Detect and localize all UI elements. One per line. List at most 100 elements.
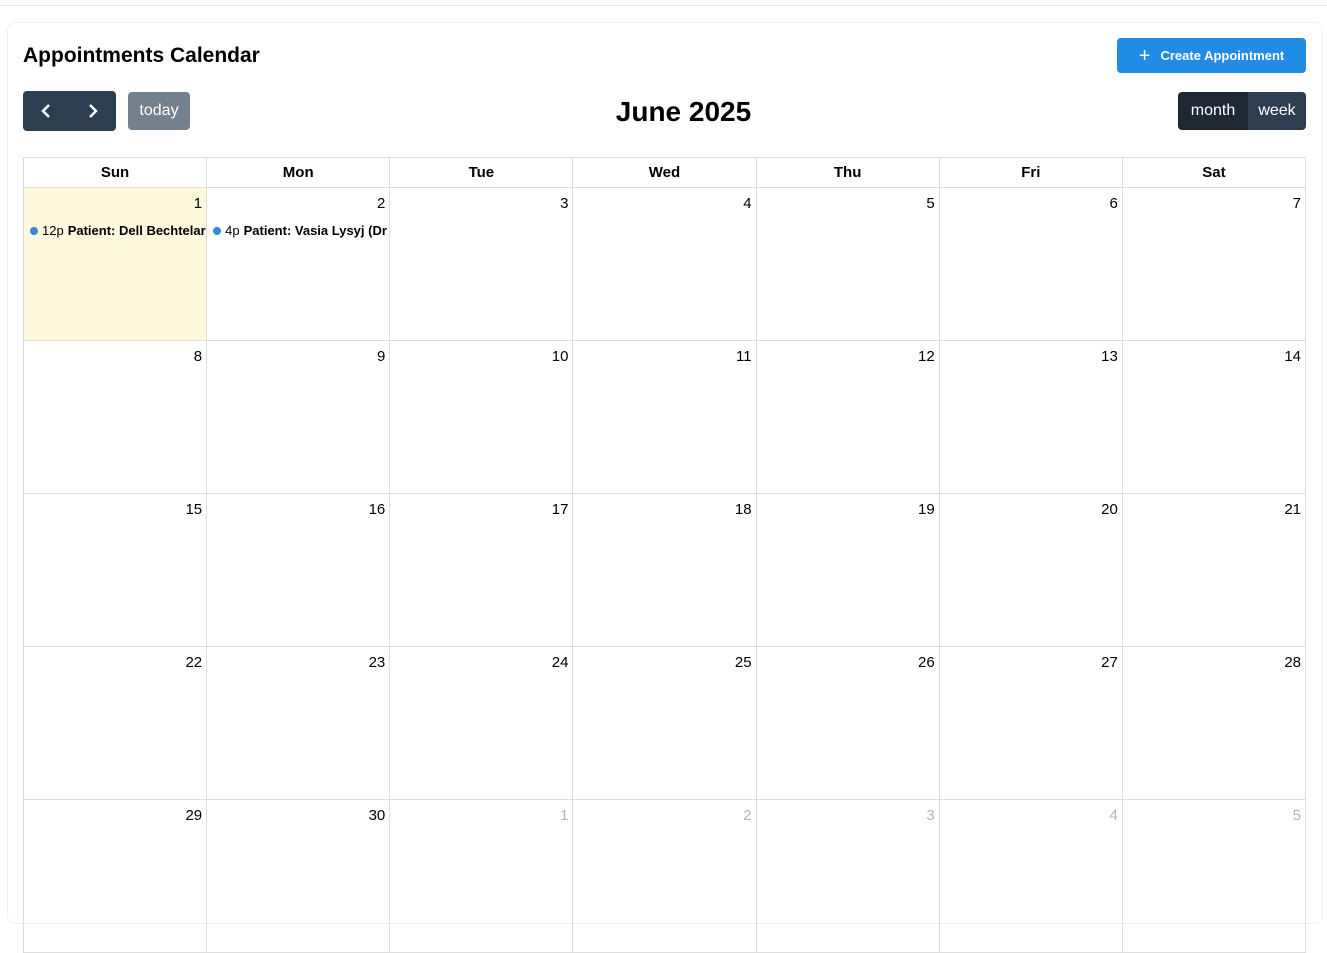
weekday-header: Sun bbox=[22, 157, 208, 188]
day-cell[interactable]: 9 bbox=[206, 340, 391, 494]
weekday-header: Tue bbox=[389, 157, 574, 188]
event-dot-icon bbox=[213, 226, 222, 235]
day-number[interactable]: 25 bbox=[573, 647, 755, 676]
day-cell[interactable]: 3 bbox=[389, 187, 574, 341]
day-cell[interactable]: 5 bbox=[1121, 799, 1307, 953]
view-week-button[interactable]: week bbox=[1248, 92, 1306, 130]
day-number[interactable]: 13 bbox=[940, 341, 1122, 370]
day-cell-today[interactable]: 1 12p Patient: Dell Bechtelar bbox=[22, 187, 208, 341]
day-number[interactable]: 23 bbox=[207, 647, 389, 676]
day-number[interactable]: 8 bbox=[24, 341, 206, 370]
day-cell[interactable]: 19 bbox=[755, 493, 940, 647]
day-cell[interactable]: 27 bbox=[938, 646, 1123, 800]
day-number[interactable]: 15 bbox=[24, 494, 206, 523]
day-cell[interactable]: 6 bbox=[938, 187, 1123, 341]
day-number[interactable]: 22 bbox=[24, 647, 206, 676]
day-cell[interactable]: 20 bbox=[938, 493, 1123, 647]
day-cell[interactable]: 24 bbox=[389, 646, 574, 800]
day-number[interactable]: 9 bbox=[207, 341, 389, 370]
day-number[interactable]: 14 bbox=[1123, 341, 1305, 370]
day-number[interactable]: 5 bbox=[1123, 800, 1305, 829]
day-number[interactable]: 2 bbox=[573, 800, 755, 829]
day-number[interactable]: 1 bbox=[390, 800, 572, 829]
day-number[interactable]: 2 bbox=[207, 188, 389, 217]
day-number[interactable]: 6 bbox=[940, 188, 1122, 217]
day-number[interactable]: 24 bbox=[390, 647, 572, 676]
day-cell[interactable]: 4 bbox=[938, 799, 1123, 953]
day-cell[interactable]: 26 bbox=[755, 646, 940, 800]
day-cell[interactable]: 7 bbox=[1121, 187, 1307, 341]
week-row: 29 30 1 2 3 4 5 bbox=[22, 799, 1307, 953]
day-number[interactable]: 3 bbox=[757, 800, 939, 829]
day-cell[interactable]: 2 bbox=[572, 799, 757, 953]
day-cell[interactable]: 28 bbox=[1121, 646, 1307, 800]
week-row: 22 23 24 25 26 27 28 bbox=[22, 646, 1307, 800]
day-number[interactable]: 12 bbox=[757, 341, 939, 370]
day-cell[interactable]: 15 bbox=[22, 493, 208, 647]
day-number[interactable]: 5 bbox=[757, 188, 939, 217]
day-cell[interactable]: 30 bbox=[206, 799, 391, 953]
plus-icon: + bbox=[1138, 44, 1151, 67]
calendar-event[interactable]: 4p Patient: Vasia Lysyj (Dr bbox=[213, 223, 389, 238]
event-title: Patient: Vasia Lysyj (Dr bbox=[243, 223, 387, 238]
day-number[interactable]: 18 bbox=[573, 494, 755, 523]
day-number[interactable]: 11 bbox=[573, 341, 755, 370]
month-grid: Sun Mon Tue Wed Thu Fri Sat 1 12p Patient: Dell … bbox=[22, 157, 1307, 953]
day-cell[interactable]: 22 bbox=[22, 646, 208, 800]
day-cell[interactable]: 8 bbox=[22, 340, 208, 494]
day-number[interactable]: 30 bbox=[207, 800, 389, 829]
day-cell[interactable]: 5 bbox=[755, 187, 940, 341]
day-number[interactable]: 3 bbox=[390, 188, 572, 217]
day-cell[interactable]: 13 bbox=[938, 340, 1123, 494]
week-row: 15 16 17 18 19 20 21 bbox=[22, 493, 1307, 647]
day-number[interactable]: 27 bbox=[940, 647, 1122, 676]
day-cell[interactable]: 25 bbox=[572, 646, 757, 800]
day-cell[interactable]: 10 bbox=[389, 340, 574, 494]
create-appointment-label: Create Appointment bbox=[1160, 48, 1285, 63]
weekday-header: Sat bbox=[1121, 157, 1307, 188]
create-appointment-button[interactable]: + Create Appointment bbox=[1117, 38, 1306, 73]
day-cell[interactable]: 1 bbox=[389, 799, 574, 953]
day-number[interactable]: 16 bbox=[207, 494, 389, 523]
day-cell[interactable]: 29 bbox=[22, 799, 208, 953]
event-time: 4p bbox=[225, 223, 240, 238]
day-cell[interactable]: 18 bbox=[572, 493, 757, 647]
top-divider bbox=[0, 5, 1327, 6]
day-number[interactable]: 26 bbox=[757, 647, 939, 676]
week-row: 8 9 10 11 12 13 14 bbox=[22, 340, 1307, 494]
day-cell[interactable]: 14 bbox=[1121, 340, 1307, 494]
day-number[interactable]: 4 bbox=[940, 800, 1122, 829]
day-cell[interactable]: 4 bbox=[572, 187, 757, 341]
page-title: Appointments Calendar bbox=[23, 44, 260, 67]
day-number[interactable]: 1 bbox=[24, 188, 206, 217]
day-cell[interactable]: 2 4p Patient: Vasia Lysyj (Dr bbox=[206, 187, 391, 341]
view-switcher: month week bbox=[1178, 92, 1306, 130]
day-cell[interactable]: 23 bbox=[206, 646, 391, 800]
event-dot-icon bbox=[30, 226, 38, 235]
weekday-header: Wed bbox=[572, 157, 757, 188]
event-time: 12p bbox=[42, 223, 64, 238]
day-cell[interactable]: 12 bbox=[755, 340, 940, 494]
day-number[interactable]: 21 bbox=[1123, 494, 1305, 523]
week-row: 1 12p Patient: Dell Bechtelar 2 4p Patient: V… bbox=[22, 187, 1307, 341]
calendar-title: June 2025 bbox=[615, 96, 752, 127]
day-number[interactable]: 29 bbox=[24, 800, 206, 829]
day-number[interactable]: 4 bbox=[573, 188, 755, 217]
view-month-button[interactable]: month bbox=[1178, 92, 1248, 130]
day-number[interactable]: 19 bbox=[757, 494, 939, 523]
day-cell[interactable]: 11 bbox=[572, 340, 757, 494]
day-cell[interactable]: 21 bbox=[1121, 493, 1307, 647]
day-number[interactable]: 10 bbox=[390, 341, 572, 370]
event-title: Patient: Dell Bechtelar bbox=[67, 223, 206, 238]
calendar-event[interactable]: 12p Patient: Dell Bechtelar bbox=[30, 223, 206, 238]
day-number[interactable]: 20 bbox=[940, 494, 1122, 523]
day-cell[interactable]: 16 bbox=[206, 493, 391, 647]
day-cell[interactable]: 17 bbox=[389, 493, 574, 647]
day-cell[interactable]: 3 bbox=[755, 799, 940, 953]
weekday-header: Fri bbox=[938, 157, 1123, 188]
day-number[interactable]: 28 bbox=[1123, 647, 1305, 676]
weekday-header: Mon bbox=[206, 157, 391, 188]
day-number[interactable]: 17 bbox=[390, 494, 572, 523]
weekday-header: Thu bbox=[755, 157, 940, 188]
day-number[interactable]: 7 bbox=[1123, 188, 1305, 217]
